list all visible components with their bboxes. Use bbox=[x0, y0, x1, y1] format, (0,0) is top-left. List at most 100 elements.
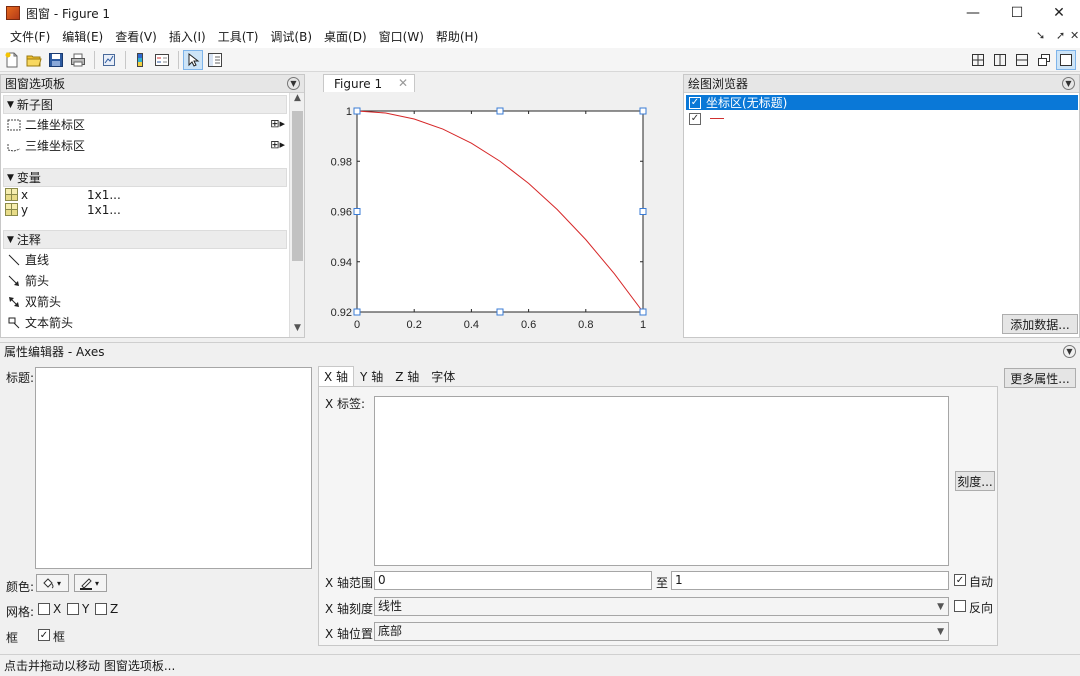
x-scale-label: X 轴刻度: bbox=[325, 602, 378, 616]
palette-item-2d-axes[interactable]: 二维坐标区 ⊞▸ bbox=[1, 114, 289, 135]
menu-help[interactable]: 帮助(H) bbox=[430, 26, 484, 48]
save-icon[interactable] bbox=[46, 50, 66, 70]
scroll-up-icon[interactable]: ▲ bbox=[290, 93, 305, 107]
close-button[interactable]: ✕ bbox=[1036, 0, 1080, 26]
axes-box[interactable] bbox=[356, 110, 644, 313]
menu-file[interactable]: 文件(F) bbox=[4, 26, 56, 48]
maximize-layout-icon[interactable] bbox=[1056, 50, 1076, 70]
variable-icon bbox=[5, 203, 18, 216]
section-annotations[interactable]: ▼ 注释 bbox=[3, 230, 287, 249]
browser-item-line[interactable]: ✓ bbox=[686, 111, 724, 126]
selection-handle[interactable] bbox=[496, 308, 504, 316]
x-scale-select[interactable]: 线性 ▼ bbox=[374, 597, 949, 616]
menu-edit[interactable]: 编辑(E) bbox=[56, 26, 109, 48]
plot-tools-icon[interactable] bbox=[205, 50, 225, 70]
tile-rows-icon[interactable] bbox=[1012, 50, 1032, 70]
browser-item-axes[interactable]: ✓ 坐标区(无标题) bbox=[686, 95, 1078, 110]
scroll-down-icon[interactable]: ▼ bbox=[290, 323, 305, 337]
annotation-line[interactable]: 直线 bbox=[1, 249, 289, 270]
expand-triangle-icon: ▼ bbox=[7, 234, 14, 245]
tab-figure-1[interactable]: Figure 1 ✕ bbox=[323, 74, 415, 92]
menu-window[interactable]: 窗口(W) bbox=[373, 26, 430, 48]
selection-handle[interactable] bbox=[353, 208, 361, 215]
auto-checkbox[interactable]: ✓ bbox=[954, 574, 966, 586]
maximize-button[interactable]: ☐ bbox=[994, 0, 1040, 26]
subplot-grid-icon[interactable]: ⊞▸ bbox=[270, 117, 285, 130]
tile-grid-icon[interactable] bbox=[968, 50, 988, 70]
menu-desktop[interactable]: 桌面(D) bbox=[318, 26, 373, 48]
visible-checkbox[interactable]: ✓ bbox=[689, 112, 701, 125]
new-figure-icon[interactable] bbox=[2, 50, 22, 70]
palette-header[interactable]: 图窗选项板 ▼ bbox=[1, 75, 304, 93]
palette-scrollbar[interactable]: ▲ ▼ bbox=[289, 93, 304, 337]
section-title: 新子图 bbox=[16, 98, 53, 112]
grid-x-checkbox[interactable] bbox=[38, 603, 50, 615]
edit-plot-pointer-icon[interactable] bbox=[183, 49, 203, 70]
x-max-input[interactable]: 1 bbox=[671, 571, 949, 590]
tab-x-axis[interactable]: X 轴 bbox=[318, 366, 355, 386]
section-variables[interactable]: ▼ 变量 bbox=[3, 168, 287, 187]
tab-z-axis[interactable]: Z 轴 bbox=[389, 366, 425, 386]
annotation-arrow[interactable]: 箭头 bbox=[1, 270, 289, 291]
scroll-thumb[interactable] bbox=[292, 111, 303, 261]
annotation-label: 文本箭头 bbox=[25, 316, 74, 330]
box-checkbox[interactable]: ✓ bbox=[38, 629, 50, 641]
menu-tools[interactable]: 工具(T) bbox=[212, 26, 265, 48]
selection-handle[interactable] bbox=[639, 107, 647, 115]
x-min-input[interactable]: 0 bbox=[374, 571, 652, 590]
x-tick-label: 0.8 bbox=[578, 319, 593, 331]
variable-row[interactable]: x 1x1... bbox=[1, 187, 289, 202]
colorbar-icon[interactable] bbox=[130, 50, 150, 70]
toolbar-separator bbox=[178, 50, 179, 69]
grid-y-checkbox[interactable] bbox=[67, 603, 79, 615]
collapse-icon[interactable]: ▼ bbox=[1063, 345, 1076, 358]
variable-row[interactable]: y 1x1... bbox=[1, 202, 289, 217]
browser-header[interactable]: 绘图浏览器 ▼ bbox=[684, 75, 1079, 93]
tile-columns-icon[interactable] bbox=[990, 50, 1010, 70]
edge-color-button[interactable]: ▾ bbox=[74, 574, 107, 592]
visible-checkbox[interactable]: ✓ bbox=[689, 96, 701, 109]
tab-y-axis[interactable]: Y 轴 bbox=[354, 366, 389, 386]
palette-item-3d-axes[interactable]: 三维坐标区 ⊞▸ bbox=[1, 135, 289, 156]
grid-z-checkbox[interactable] bbox=[95, 603, 107, 615]
close-panel-icon[interactable]: ✕ bbox=[1070, 29, 1079, 42]
plot-svg[interactable]: 0.92 0.94 0.96 0.98 1 0 0.2 0.4 0.6 0.8 1 bbox=[307, 92, 681, 338]
menu-debug[interactable]: 调试(B) bbox=[264, 26, 318, 48]
status-text: 点击并拖动以移动 图窗选项板... bbox=[4, 659, 176, 673]
reverse-checkbox[interactable] bbox=[954, 600, 966, 612]
legend-icon[interactable] bbox=[152, 50, 172, 70]
menu-insert[interactable]: 插入(I) bbox=[163, 26, 212, 48]
dock-icon[interactable]: ➚ bbox=[1056, 29, 1065, 42]
selection-handle[interactable] bbox=[496, 107, 504, 115]
link-plot-icon[interactable] bbox=[99, 50, 119, 70]
menu-view[interactable]: 查看(V) bbox=[109, 26, 163, 48]
property-editor-header[interactable]: 属性编辑器 - Axes ▼ bbox=[0, 342, 1080, 360]
tab-font[interactable]: 字体 bbox=[425, 366, 461, 386]
open-file-icon[interactable] bbox=[24, 50, 44, 70]
section-new-subplots[interactable]: ▼ 新子图 bbox=[3, 95, 287, 114]
expand-triangle-icon: ▼ bbox=[7, 172, 14, 183]
selection-handle[interactable] bbox=[639, 308, 647, 316]
float-window-icon[interactable] bbox=[1034, 50, 1054, 70]
print-icon[interactable] bbox=[68, 50, 88, 70]
selection-handle[interactable] bbox=[353, 107, 361, 115]
figure-canvas[interactable]: 0.92 0.94 0.96 0.98 1 0 0.2 0.4 0.6 0.8 1 bbox=[307, 92, 681, 338]
minimize-button[interactable]: — bbox=[950, 0, 996, 26]
more-properties-button[interactable]: 更多属性... bbox=[1004, 368, 1076, 388]
ticks-button[interactable]: 刻度... bbox=[955, 471, 995, 491]
selection-handle[interactable] bbox=[639, 208, 647, 215]
close-tab-icon[interactable]: ✕ bbox=[398, 76, 408, 90]
grid-x-label: X bbox=[53, 602, 62, 616]
x-location-select[interactable]: 底部 ▼ bbox=[374, 622, 949, 641]
subplot-grid-icon[interactable]: ⊞▸ bbox=[270, 138, 285, 151]
collapse-icon[interactable]: ▼ bbox=[1062, 77, 1075, 90]
x-label-input[interactable] bbox=[374, 396, 949, 566]
selection-handle[interactable] bbox=[353, 308, 361, 316]
annotation-double-arrow[interactable]: 双箭头 bbox=[1, 291, 289, 312]
annotation-text-arrow[interactable]: 文本箭头 bbox=[1, 312, 289, 333]
undock-icon[interactable]: ➘ bbox=[1036, 29, 1045, 42]
fill-color-button[interactable]: ▾ bbox=[36, 574, 69, 592]
collapse-icon[interactable]: ▼ bbox=[287, 77, 300, 90]
title-input[interactable] bbox=[35, 367, 312, 569]
add-data-button[interactable]: 添加数据... bbox=[1002, 314, 1078, 334]
